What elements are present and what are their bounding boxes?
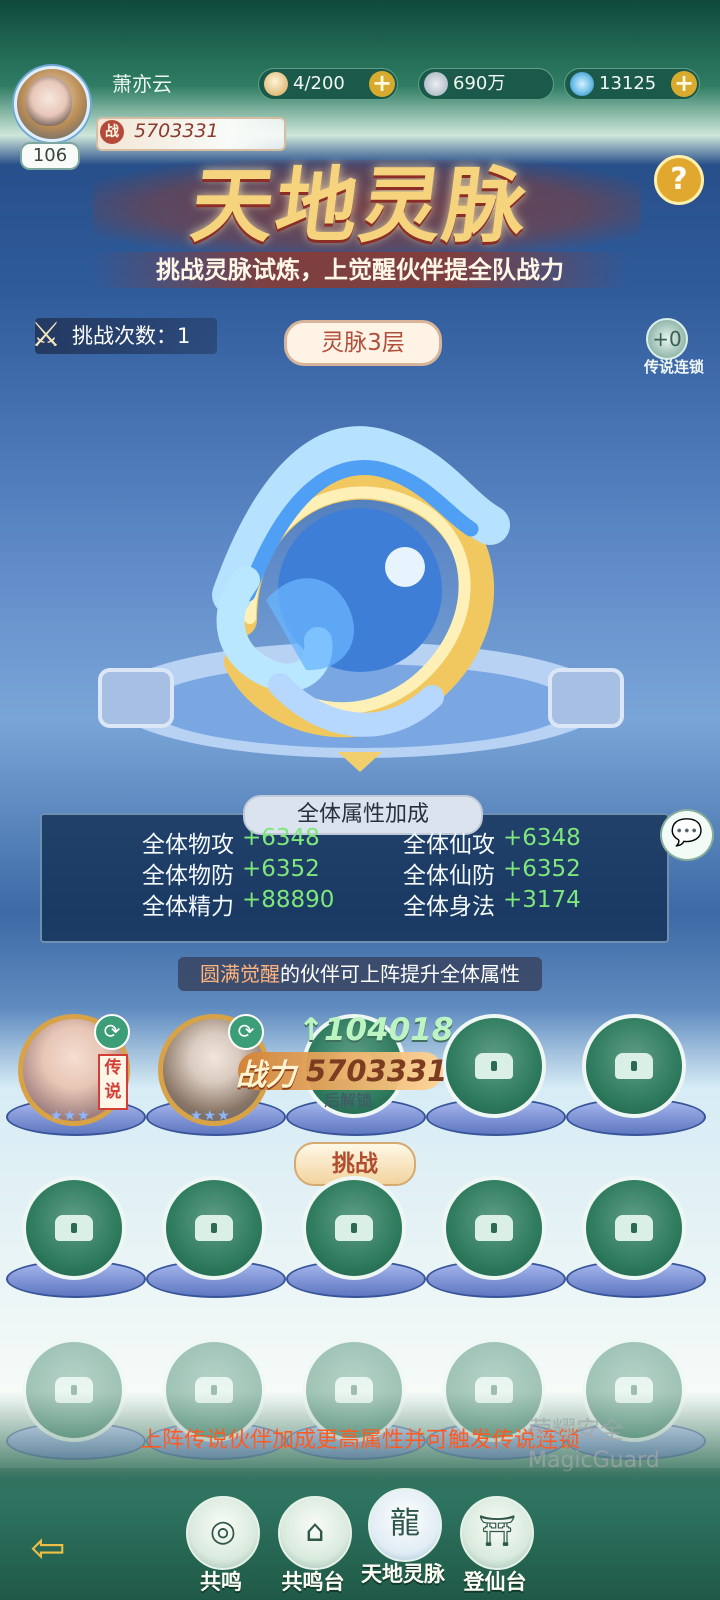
player-level: 106 [20,142,80,170]
awaken-tip-rest: 的伙伴可上阵提升全体属性 [280,962,520,986]
nav-resonance[interactable]: ◎ 共鸣 [178,1496,264,1594]
awaken-tip: 圆满觉醒的伙伴可上阵提升全体属性 [178,957,542,991]
team-power-total: 5703331 [306,1054,448,1088]
bun-icon [264,72,288,96]
stat-value: +6348 [503,825,581,851]
resource-coin: 690万 [418,68,554,100]
lock-icon [475,1215,513,1241]
nav-label: 登仙台 [463,1570,527,1594]
nav-resonance-platform[interactable]: ⌂ 共鸣台 [270,1496,356,1594]
resource-bun: 4/200 + [258,68,398,100]
team-slot-locked[interactable] [6,1176,146,1308]
power-badge: 战 [100,120,124,144]
page-subtitle: 挑战灵脉试炼，上觉醒伙伴提全队战力 [92,252,628,288]
resource-coin-value: 690万 [453,73,506,94]
player-power-value: 5703331 [134,120,219,142]
legend-tag: 传说 [98,1054,128,1110]
stat-value: +6348 [242,825,320,851]
awaken-highlight: 圆满觉醒 [200,962,280,986]
page-title: 天地灵脉 [186,158,534,254]
resonance-icon: ◎ [186,1496,260,1570]
legend-chain-label: 传说连锁 [644,358,705,376]
add-jade-button[interactable]: + [671,71,697,97]
unlock-text: 后解锁 [324,1091,373,1110]
stat-name: 全体精力 [142,894,234,920]
lock-icon [55,1377,93,1403]
team-slot-locked[interactable] [286,1176,426,1308]
stat-name: 全体仙防 [403,863,495,889]
nav-ascension-platform[interactable]: ⛩ 登仙台 [452,1496,538,1594]
lock-icon [475,1053,513,1079]
back-arrow-icon[interactable]: ⇦ [16,1526,80,1570]
swap-icon[interactable]: ⟳ [228,1014,264,1050]
lock-icon [335,1377,373,1403]
spirit-dragon-illustration [98,426,624,772]
team-slot-locked[interactable] [146,1176,286,1308]
add-bun-button[interactable]: + [369,71,395,97]
nav-label: 共鸣 [200,1570,242,1594]
power-label: 战力 [236,1058,296,1093]
team-slot-hero-1[interactable]: ⟳ 传说 ★★★ [6,1014,146,1146]
lock-icon [195,1377,233,1403]
stat-value: +6352 [503,856,581,882]
chat-icon[interactable]: 💬 [660,809,714,861]
lock-icon [335,1215,373,1241]
lock-icon [195,1215,233,1241]
stat-name: 全体仙攻 [403,832,495,858]
jade-icon [570,72,594,96]
watermark-line-1: 荣耀安全 [528,1416,624,1444]
challenge-count-label: 挑战次数：1 [72,324,191,348]
team-slot-locked[interactable] [566,1014,706,1146]
resource-bun-value: 4/200 [293,73,345,94]
lock-icon [615,1215,653,1241]
hero-stars: ★★★ [50,1108,91,1124]
stat-value: +88890 [242,887,335,913]
pagoda-icon: ⛩ [460,1496,534,1570]
dragon-icon: 龍 [368,1488,442,1562]
avatar-portrait [26,76,72,126]
platform-icon: ⌂ [278,1496,352,1570]
legend-chain-icon[interactable]: +0 [646,318,688,360]
lock-icon [615,1053,653,1079]
lock-icon [475,1377,513,1403]
crossed-swords-icon: ⚔ [30,315,62,355]
stat-name: 全体物攻 [142,832,234,858]
swap-icon[interactable]: ⟳ [94,1014,130,1050]
floor-label: 灵脉3层 [284,320,442,366]
team-slot-locked[interactable] [566,1176,706,1308]
stat-name: 全体物防 [142,863,234,889]
power-change-value: 104018 [323,1012,454,1048]
stat-name: 全体身法 [403,894,495,920]
stat-value: +3174 [503,887,581,913]
player-name: 萧亦云 [112,72,172,96]
stat-value: +6352 [242,856,320,882]
nav-label: 天地灵脉 [361,1562,445,1586]
lock-icon [615,1377,653,1403]
team-slot-locked[interactable] [426,1176,566,1308]
resource-jade: 13125 + [564,68,700,100]
power-change: ↑104018 [298,1012,454,1048]
hero-stars: ★★★ [190,1108,231,1124]
resource-jade-value: 13125 [599,73,657,94]
coin-icon [424,72,448,96]
nav-spirit-vein[interactable]: 龍 天地灵脉 [360,1488,446,1586]
lock-icon [55,1215,93,1241]
help-button[interactable]: ? [654,155,704,205]
nav-label: 共鸣台 [281,1570,345,1594]
